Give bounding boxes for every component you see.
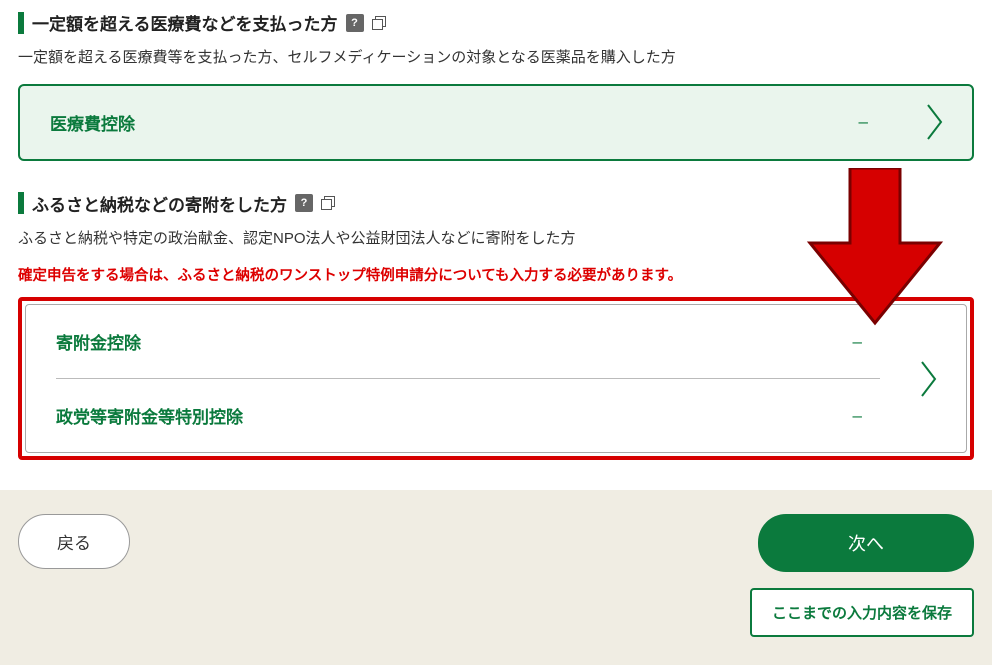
medical-section-title: 一定額を超える医療費などを支払った方 (32, 10, 338, 35)
donation-highlight-box: 寄附金控除 – 政党等寄附金等特別控除 – (18, 297, 974, 460)
next-button[interactable]: 次へ (758, 514, 974, 572)
donation-item-2-label: 政党等寄附金等特別控除 (56, 403, 243, 428)
donation-section-desc: ふるさと納税や特定の政治献金、認定NPO法人や公益財団法人などに寄附をした方 (18, 228, 974, 251)
donation-section-header: ふるさと納税などの寄附をした方 ? (18, 191, 974, 216)
donation-item-1-value: – (853, 332, 862, 352)
medical-section-desc: 一定額を超える医療費等を支払った方、セルフメディケーションの対象となる医薬品を購… (18, 47, 974, 70)
section-accent-bar (18, 192, 24, 214)
help-icon[interactable]: ? (295, 194, 313, 212)
chevron-right-icon (916, 101, 972, 143)
donation-row-2: 政党等寄附金等特別控除 – (56, 378, 880, 452)
medical-section-header: 一定額を超える医療費などを支払った方 ? (18, 10, 974, 35)
medical-item-label: 医療費控除 (50, 110, 135, 135)
chevron-right-icon (910, 358, 966, 400)
medical-row: 医療費控除 – (50, 86, 886, 159)
donation-section: ふるさと納税などの寄附をした方 ? ふるさと納税や特定の政治献金、認定NPO法人… (18, 191, 974, 461)
medical-card[interactable]: 医療費控除 – (18, 84, 974, 161)
donation-section-title: ふるさと納税などの寄附をした方 (32, 191, 287, 216)
help-icon[interactable]: ? (346, 14, 364, 32)
medical-section: 一定額を超える医療費などを支払った方 ? 一定額を超える医療費等を支払った方、セ… (18, 10, 974, 161)
donation-warning-text: 確定申告をする場合は、ふるさと納税のワンストップ特例申請分についても入力する必要… (18, 264, 974, 285)
donation-row-1: 寄附金控除 – (56, 305, 880, 378)
save-progress-button[interactable]: ここまでの入力内容を保存 (750, 588, 974, 637)
copy-icon[interactable] (372, 16, 386, 30)
donation-item-1-label: 寄附金控除 (56, 329, 141, 354)
donation-card[interactable]: 寄附金控除 – 政党等寄附金等特別控除 – (25, 304, 967, 453)
copy-icon[interactable] (321, 196, 335, 210)
donation-item-2-value: – (853, 406, 862, 426)
footer-right-group: 次へ ここまでの入力内容を保存 (750, 514, 974, 637)
footer-bar: 戻る 次へ ここまでの入力内容を保存 (0, 490, 992, 665)
medical-item-value: – (859, 112, 868, 132)
back-button[interactable]: 戻る (18, 514, 130, 569)
section-accent-bar (18, 12, 24, 34)
